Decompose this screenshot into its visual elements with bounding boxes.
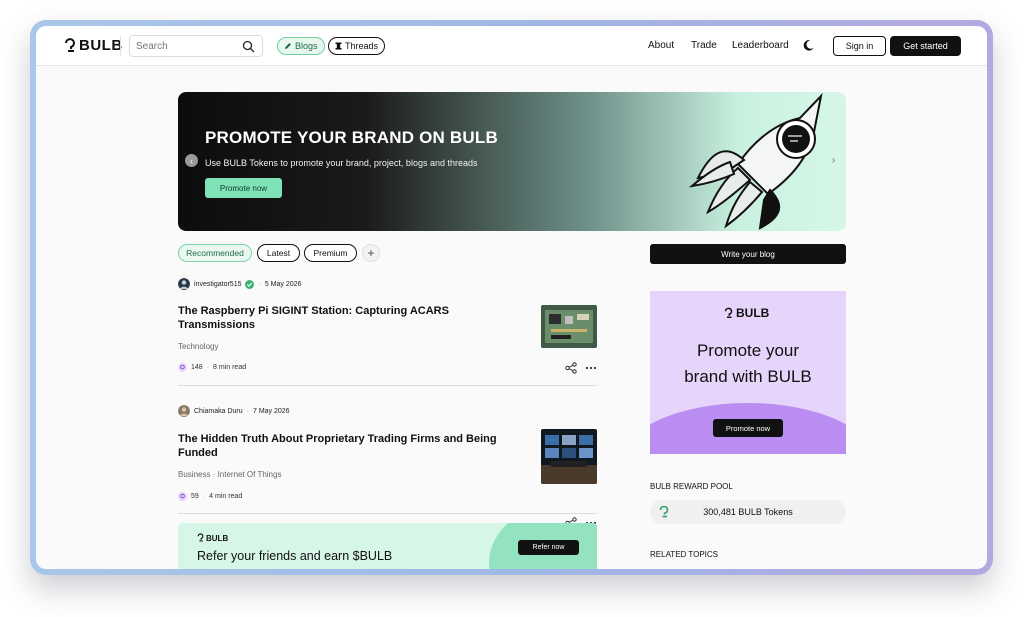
bulb-logo-icon (724, 307, 733, 318)
top-navigation-bar: BULB Blogs Threads About Trade L (36, 26, 987, 66)
search-input[interactable] (136, 39, 236, 54)
article-card[interactable]: investigator515 · 5 May 2026 The Raspber… (178, 276, 597, 374)
author-name[interactable]: Chiamaka Duru (194, 408, 243, 415)
add-topic-button[interactable]: + (362, 244, 380, 262)
separator-dot: · (258, 280, 261, 288)
reward-pool-label: BULB REWARD POOL (650, 482, 733, 491)
promote-brand-card: BULB Promote your brand with BULB Promot… (650, 291, 846, 454)
article-author-row: investigator515 · 5 May 2026 (178, 278, 301, 290)
article-divider (178, 385, 597, 386)
bulb-logo-icon (65, 37, 75, 52)
tab-recommended[interactable]: Recommended (178, 244, 252, 262)
logo-text: BULB (79, 37, 123, 54)
article-thumbnail[interactable] (541, 429, 597, 484)
hero-promote-button[interactable]: Promote now (205, 178, 282, 198)
pencil-icon (285, 43, 291, 49)
spool-icon (335, 42, 342, 50)
browser-window: BULB Blogs Threads About Trade L (36, 26, 987, 569)
read-time: 8 min read (213, 364, 247, 371)
search-box (129, 35, 263, 57)
hero-subtitle: Use BULB Tokens to promote your brand, p… (205, 158, 478, 168)
avatar[interactable] (178, 278, 190, 290)
hero-title: PROMOTE YOUR BRAND ON BULB (205, 128, 498, 147)
tab-blogs[interactable]: Blogs (277, 37, 325, 55)
reward-pool-box: 300,481 BULB Tokens (650, 500, 846, 524)
promo-hero-banner: PROMOTE YOUR BRAND ON BULB Use BULB Toke… (178, 92, 846, 231)
nav-leaderboard-link[interactable]: Leaderboard (732, 40, 789, 51)
article-stats: 148 · 8 min read (178, 363, 246, 372)
token-count: 148 (191, 364, 203, 371)
bulb-logo-icon (197, 533, 204, 542)
tab-threads-label: Threads (345, 41, 379, 51)
article-card[interactable]: Chiamaka Duru · 7 May 2026 The Hidden Tr… (178, 405, 597, 529)
refer-logo-text: BULB (206, 533, 229, 543)
tab-threads[interactable]: Threads (328, 37, 386, 55)
bulb-token-icon (178, 363, 187, 372)
article-thumbnail[interactable] (541, 305, 597, 348)
separator-dot: · (246, 407, 249, 415)
separator-dot: · (206, 364, 210, 371)
bulb-logo[interactable]: BULB (64, 37, 123, 54)
article-category[interactable]: Technology (178, 342, 218, 351)
search-icon[interactable] (242, 40, 255, 53)
verified-badge-icon (245, 279, 255, 289)
refer-title: Refer your friends and earn $BULB (197, 549, 393, 563)
article-title[interactable]: The Raspberry Pi SIGINT Station: Capturi… (178, 304, 518, 332)
article-author-row: Chiamaka Duru · 7 May 2026 (178, 405, 290, 417)
write-blog-button[interactable]: Write your blog (650, 244, 846, 264)
get-started-button[interactable]: Get started (890, 36, 961, 56)
promo-title: Promote your brand with BULB (650, 338, 846, 390)
article-title[interactable]: The Hidden Truth About Proprietary Tradi… (178, 432, 518, 460)
tab-latest[interactable]: Latest (257, 244, 300, 262)
tab-premium[interactable]: Premium (304, 244, 357, 262)
article-category[interactable]: Business · Internet Of Things (178, 470, 281, 479)
author-name[interactable]: investigator515 (194, 281, 241, 288)
bulb-token-icon (178, 492, 187, 501)
article-date: 5 May 2026 (264, 280, 302, 288)
promo-title-line: brand with BULB (684, 367, 812, 386)
sign-in-button[interactable]: Sign in (833, 36, 886, 56)
carousel-prev-icon[interactable]: ‹ (185, 154, 198, 167)
token-count: 59 (191, 493, 199, 500)
more-options-icon[interactable] (585, 362, 597, 374)
promo-title-line: Promote your (696, 341, 800, 360)
promo-bulb-logo: BULB (724, 306, 769, 320)
article-date: 7 May 2026 (252, 407, 290, 415)
moon-icon[interactable] (802, 39, 815, 52)
article-stats: 59 · 4 min read (178, 492, 242, 501)
nav-trade-link[interactable]: Trade (691, 40, 717, 51)
tab-blogs-label: Blogs (295, 41, 318, 51)
refer-bulb-logo: BULB (197, 533, 228, 543)
refer-banner: BULB Refer your friends and earn $BULB R… (178, 523, 597, 569)
share-icon[interactable] (565, 362, 577, 374)
related-topics-label: RELATED TOPICS (650, 550, 719, 559)
nav-about-link[interactable]: About (648, 40, 674, 51)
rocket-illustration (688, 92, 823, 230)
promo-logo-text: BULB (736, 306, 770, 320)
read-time: 4 min read (209, 493, 243, 500)
reward-pool-value: 300,481 BULB Tokens (703, 507, 793, 517)
header-divider (120, 36, 121, 56)
article-divider (178, 513, 597, 514)
avatar[interactable] (178, 405, 190, 417)
promo-promote-button[interactable]: Promote now (713, 419, 783, 437)
separator-dot: · (202, 493, 206, 500)
refer-now-button[interactable]: Refer now (518, 540, 579, 555)
